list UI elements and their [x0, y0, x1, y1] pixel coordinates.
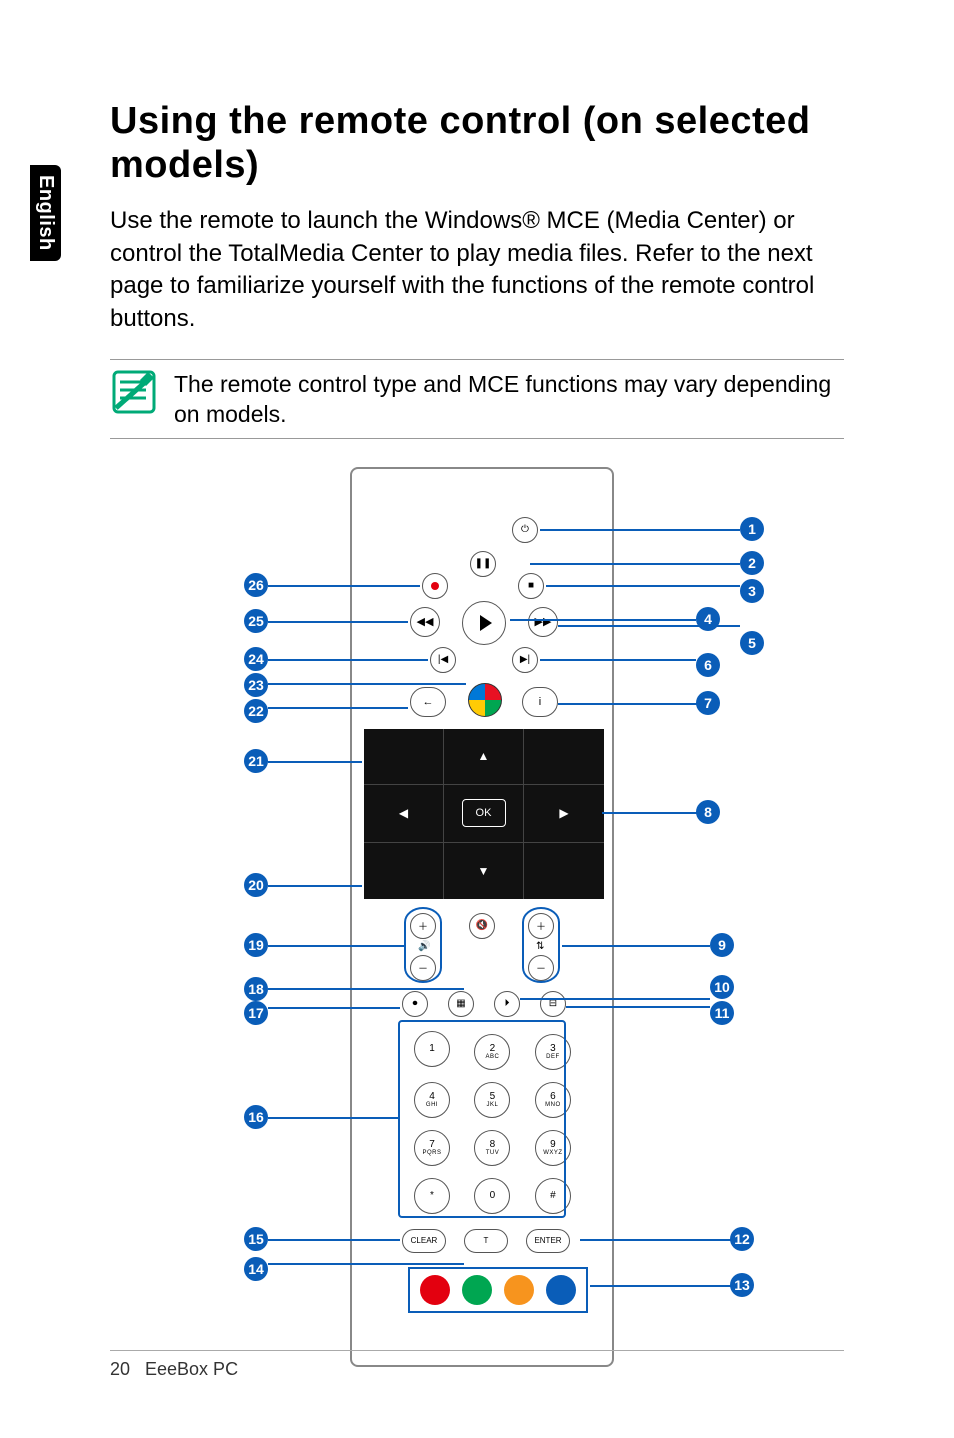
nav-down[interactable]: ▼: [444, 843, 524, 899]
callout-4: 4: [696, 607, 720, 631]
record-button[interactable]: [422, 573, 448, 599]
page: English Using the remote control (on sel…: [0, 0, 954, 1438]
page-number: 20: [110, 1359, 140, 1380]
back-button[interactable]: ←: [410, 687, 446, 717]
intro-paragraph: Use the remote to launch the Windows® MC…: [110, 205, 844, 335]
callout-13: 13: [730, 1273, 754, 1297]
callout-14: 14: [244, 1257, 268, 1281]
numpad-ring: [398, 1020, 566, 1218]
orange-button[interactable]: [504, 1275, 534, 1305]
live-tv-button[interactable]: ⏵: [494, 991, 520, 1017]
callout-20: 20: [244, 873, 268, 897]
callout-19: 19: [244, 933, 268, 957]
teletext-button[interactable]: T: [464, 1229, 508, 1253]
guide-button[interactable]: ▦: [448, 991, 474, 1017]
stop-button[interactable]: ■: [518, 573, 544, 599]
dvd-menu-button[interactable]: ⊟: [540, 991, 566, 1017]
ok-button[interactable]: OK: [444, 785, 524, 843]
note-block: The remote control type and MCE function…: [110, 359, 844, 439]
blue-button[interactable]: [546, 1275, 576, 1305]
callout-16: 16: [244, 1105, 268, 1129]
callout-5: 5: [740, 631, 764, 655]
callout-11: 11: [710, 1001, 734, 1025]
footer-title: EeeBox PC: [145, 1359, 238, 1379]
callout-8: 8: [696, 800, 720, 824]
page-heading: Using the remote control (on selected mo…: [110, 100, 844, 187]
remote-diagram: ⏻ ❚❚ ■ ◀◀ ▶▶ |◀ ▶| ← i: [110, 467, 844, 1387]
pause-button[interactable]: ❚❚: [470, 551, 496, 577]
previous-button[interactable]: |◀: [430, 647, 456, 673]
callout-7: 7: [696, 691, 720, 715]
next-button[interactable]: ▶|: [512, 647, 538, 673]
callout-22: 22: [244, 699, 268, 723]
volume-group-ring: [404, 907, 442, 983]
remote-body: ⏻ ❚❚ ■ ◀◀ ▶▶ |◀ ▶| ← i: [350, 467, 614, 1367]
color-buttons-group: [408, 1267, 588, 1313]
channel-group-ring: [522, 907, 560, 983]
language-tab: English: [30, 165, 61, 261]
rewind-button[interactable]: ◀◀: [410, 607, 440, 637]
page-footer: 20 EeeBox PC: [110, 1350, 844, 1380]
mute-button[interactable]: 🔇: [469, 913, 495, 939]
callout-21: 21: [244, 749, 268, 773]
callout-12: 12: [730, 1227, 754, 1251]
play-button[interactable]: [462, 601, 506, 645]
callout-2: 2: [740, 551, 764, 575]
windows-mce-button[interactable]: [468, 683, 502, 717]
nav-right[interactable]: ▶: [524, 785, 604, 843]
callout-23: 23: [244, 673, 268, 697]
green-button[interactable]: [462, 1275, 492, 1305]
red-button[interactable]: [420, 1275, 450, 1305]
callout-17: 17: [244, 1001, 268, 1025]
callout-3: 3: [740, 579, 764, 603]
note-icon: [110, 368, 158, 416]
callout-24: 24: [244, 647, 268, 671]
power-button[interactable]: ⏻: [512, 517, 538, 543]
nav-up[interactable]: ▲: [444, 729, 524, 785]
callout-15: 15: [244, 1227, 268, 1251]
info-button[interactable]: i: [522, 687, 558, 717]
enter-button[interactable]: ENTER: [526, 1229, 570, 1253]
clear-button[interactable]: CLEAR: [402, 1229, 446, 1253]
fast-forward-button[interactable]: ▶▶: [528, 607, 558, 637]
recorded-tv-button[interactable]: ⏺: [402, 991, 428, 1017]
callout-9: 9: [710, 933, 734, 957]
callout-10: 10: [710, 975, 734, 999]
callout-18: 18: [244, 977, 268, 1001]
bottom-row: CLEAR T ENTER: [402, 1229, 570, 1253]
nav-left[interactable]: ◀: [364, 785, 444, 843]
callout-26: 26: [244, 573, 268, 597]
navigation-pad: ▲ ◀ OK ▶ ▼: [364, 729, 604, 899]
callout-6: 6: [696, 653, 720, 677]
note-text: The remote control type and MCE function…: [174, 368, 844, 430]
callout-25: 25: [244, 609, 268, 633]
callout-1: 1: [740, 517, 764, 541]
